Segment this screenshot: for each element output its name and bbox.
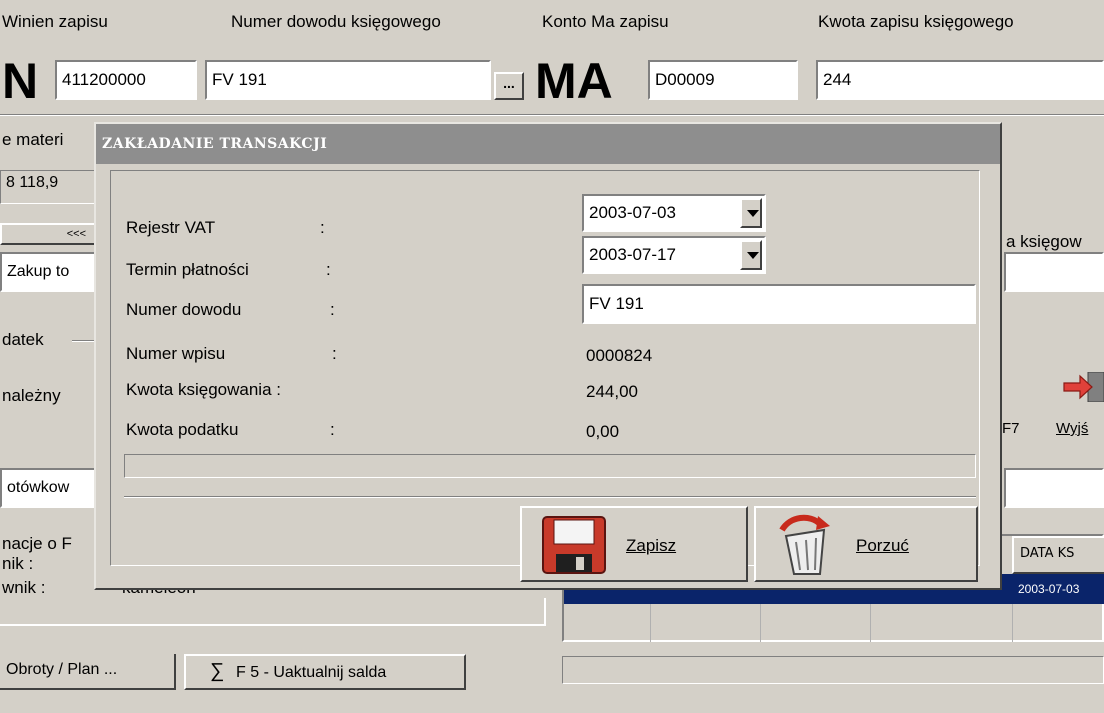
numer-wpisu-label: Numer wpisu — [126, 344, 226, 363]
bg-label-nalezny: należny — [2, 386, 61, 405]
bg-value-balance: 8 118,9 — [0, 170, 96, 204]
cancel-button[interactable]: Porzuć — [754, 506, 978, 582]
document-number-input[interactable]: FV 191 — [205, 60, 491, 100]
bg-grid-col — [650, 604, 651, 642]
bg-grid-col — [870, 604, 871, 642]
numer-wpisu-value: 0000824 — [586, 346, 653, 365]
save-button-label-text: Zapisz — [626, 536, 677, 555]
floppy-disk-icon — [542, 516, 606, 574]
bg-label-f7: F7 — [1002, 420, 1020, 437]
sigma-icon: ∑ — [210, 660, 225, 682]
kwota-ksiegowania-label: Kwota księgowania : — [126, 380, 281, 399]
kwota-podatku-label: Kwota podatku — [126, 420, 239, 439]
numer-dowodu-input[interactable]: FV 191 — [582, 284, 976, 324]
dialog-title: ZAKŁADANIE TRANSAKCJI — [102, 136, 328, 152]
bg-right-field[interactable] — [1004, 252, 1104, 292]
header-winien-label: Winien zapisu — [2, 12, 108, 31]
bg-nav-back-button[interactable]: <<< — [0, 223, 96, 245]
bg-label-uzytkownik: wnik : — [2, 578, 46, 597]
rejestr-vat-label: Rejestr VAT — [126, 218, 215, 238]
account-wn-input[interactable]: 411200000 — [55, 60, 197, 100]
bg-grid-col — [760, 604, 761, 642]
bg-zakup-field[interactable]: Zakup to — [0, 252, 96, 292]
bg-status-bar — [562, 656, 1104, 684]
termin-platnosci-date-select[interactable]: 2003-07-17 — [582, 236, 766, 274]
dialog-separator — [124, 496, 976, 498]
kwota-ksiegowania-value: 244,00 — [586, 382, 638, 401]
header-kwota-label: Kwota zapisu księgowego — [818, 12, 1014, 31]
trash-bin-icon — [779, 514, 830, 575]
termin-platnosci-dropdown-icon[interactable] — [740, 240, 762, 270]
header-numer-dowodu-label: Numer dowodu księgowego — [231, 12, 441, 31]
rejestr-vat-dropdown-icon[interactable] — [740, 198, 762, 228]
browse-button[interactable]: ... — [494, 72, 524, 100]
bg-label-podatek: datek — [2, 330, 44, 349]
bg-grid-date-cell: 2003-07-03 — [1018, 582, 1080, 596]
bg-user-box — [0, 598, 546, 626]
bg-label-informacje: nacje o F — [2, 534, 72, 553]
header-konto-ma-label: Konto Ma zapisu — [542, 12, 669, 31]
bg-label-materialy: e materi — [2, 130, 64, 149]
wn-big-letter: N — [2, 56, 39, 106]
exit-arrow-icon[interactable] — [1062, 371, 1104, 403]
termin-platnosci-colon: : — [326, 260, 331, 279]
rejestr-vat-date-value: 2003-07-03 — [589, 203, 676, 222]
cancel-button-label: Porzuć — [856, 536, 909, 556]
termin-platnosci-date-value: 2003-07-17 — [589, 245, 676, 264]
transaction-dialog: ZAKŁADANIE TRANSAKCJI Rejestr VAT : 2003… — [94, 122, 1002, 590]
bg-bottom-tab-uaktualnij-label: F 5 - Uaktualnij salda — [236, 664, 387, 681]
save-button-label: Zapisz — [626, 536, 676, 556]
rejestr-vat-colon: : — [320, 218, 325, 237]
ma-big-letter: MA — [535, 53, 613, 109]
rejestr-vat-date-select[interactable]: 2003-07-03 — [582, 194, 766, 232]
bg-label-ksiegowania: a księgow — [1006, 232, 1082, 251]
numer-dowodu-colon: : — [330, 300, 335, 319]
bg-grid-col — [1012, 604, 1013, 642]
rejestr-vat-label-text: Rejestr VAT — [126, 218, 216, 237]
dialog-title-bar: ZAKŁADANIE TRANSAKCJI — [96, 124, 1000, 164]
browse-button-label: ... — [503, 75, 515, 91]
bg-gotowkowa-field[interactable]: otówkow — [0, 468, 96, 508]
separator — [0, 114, 1104, 116]
bg-group-line — [72, 340, 94, 342]
bg-bottom-tab-obroty-label: Obroty / Plan ... — [6, 661, 118, 678]
amount-input[interactable]: 244 — [816, 60, 1104, 100]
termin-platnosci-label: Termin płatności — [126, 260, 249, 279]
bg-bottom-tab-obroty[interactable]: Obroty / Plan ... — [0, 654, 176, 690]
numer-wpisu-colon: : — [332, 344, 337, 363]
bg-grid-header-label: DATA KS — [1020, 546, 1075, 561]
progress-bar — [124, 454, 976, 478]
numer-dowodu-label: Numer dowodu — [126, 300, 242, 319]
bg-right-field-2[interactable] — [1004, 468, 1104, 508]
bg-nav-back-label: <<< — [66, 228, 86, 240]
account-ma-input[interactable]: D00009 — [648, 60, 798, 100]
bg-label-pracownik: nik : — [2, 554, 34, 573]
kwota-podatku-value: 0,00 — [586, 422, 620, 441]
bg-bottom-tab-uaktualnij[interactable]: ∑ F 5 - Uaktualnij salda — [184, 654, 466, 690]
bg-grid-header-cell[interactable]: DATA KS — [1012, 536, 1104, 574]
bg-exit-button[interactable]: Wyjś — [1056, 420, 1088, 437]
kwota-podatku-colon: : — [330, 420, 335, 439]
cancel-button-label-text: Porzuć — [856, 536, 909, 555]
save-button[interactable]: Zapisz — [520, 506, 748, 582]
